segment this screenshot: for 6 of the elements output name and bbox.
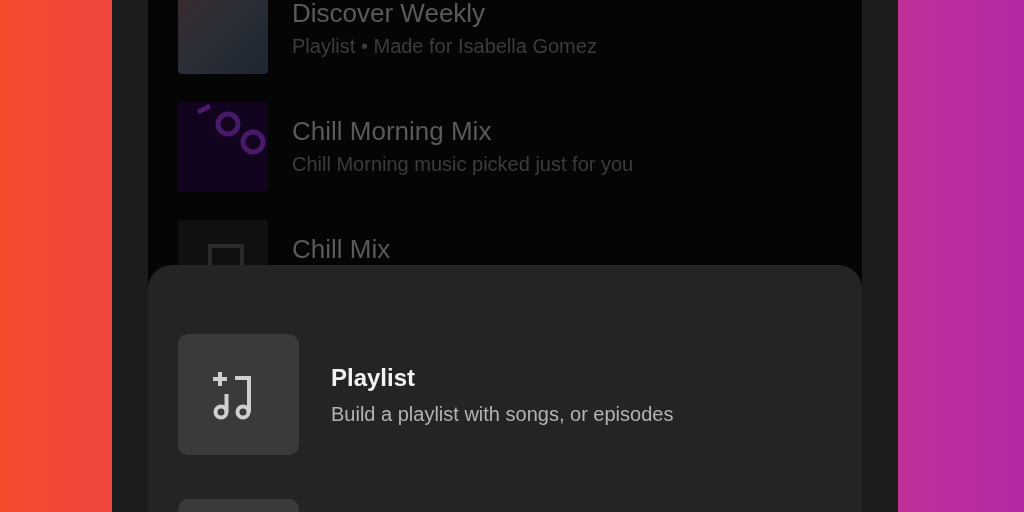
create-option-title[interactable]: Playlist [331, 363, 674, 392]
library-item-title[interactable]: Discover Weekly [292, 0, 597, 26]
library-item-title[interactable]: Chill Morning Mix [292, 118, 634, 144]
icon-tile[interactable] [178, 334, 299, 455]
library-item-title[interactable]: Chill Mix [292, 236, 391, 262]
option-description: Build a playlist with songs, or episodes [331, 401, 674, 426]
